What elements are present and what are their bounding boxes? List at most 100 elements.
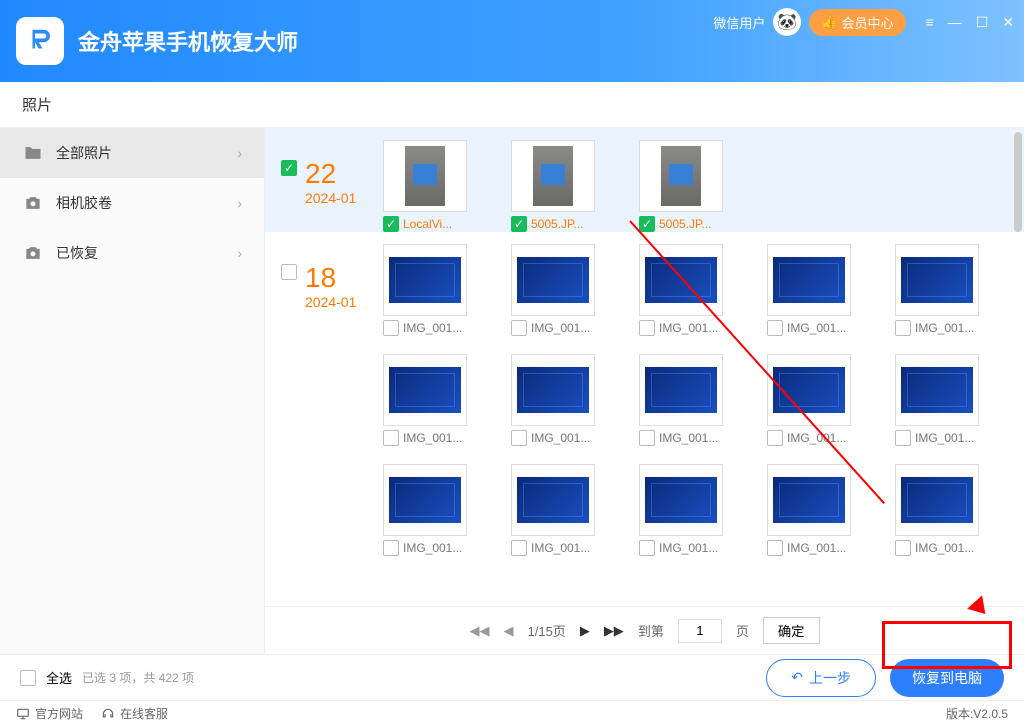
thumbnail-checkbox[interactable] (767, 320, 783, 336)
undo-icon: ↶ (791, 669, 803, 686)
thumbnail-filename: IMG_001... (531, 431, 590, 445)
thumbnail-filename: IMG_001... (531, 541, 590, 555)
customer-service-link[interactable]: 在线客服 (101, 705, 168, 722)
page-indicator: 1/15页 (528, 621, 566, 640)
menu-button[interactable]: ≡ (926, 14, 934, 31)
prev-page-button[interactable]: ◀ (504, 623, 514, 639)
group-month: 2024-01 (305, 190, 356, 206)
official-site-link[interactable]: 官方网站 (16, 705, 83, 722)
status-bar: 官方网站 在线客服 版本:V2.0.5 (0, 700, 1024, 726)
photo-thumbnail[interactable]: IMG_001... (639, 464, 723, 556)
photo-thumbnail[interactable]: ✓5005.JP... (511, 140, 595, 232)
user-label: 微信用户 (713, 13, 765, 32)
folder-icon (22, 143, 44, 163)
thumbnail-checkbox[interactable] (895, 430, 911, 446)
next-page-button[interactable]: ▶ (580, 623, 590, 639)
app-header: 金舟苹果手机恢复大师 微信用户 🐼 👍 会员中心 ≡ — ☐ ✕ (0, 0, 1024, 82)
photo-thumbnail[interactable]: IMG_001... (895, 354, 979, 446)
sidebar-item-all-photos[interactable]: 全部照片 › (0, 128, 264, 178)
photo-thumbnail[interactable]: IMG_001... (383, 354, 467, 446)
photo-thumbnail[interactable]: IMG_001... (895, 464, 979, 556)
photo-thumbnail[interactable]: IMG_001... (383, 244, 467, 336)
camera-icon (22, 243, 44, 263)
sidebar-item-camera-roll[interactable]: 相机胶卷 › (0, 178, 264, 228)
sidebar-item-label: 已恢复 (56, 243, 98, 263)
page-input[interactable] (678, 619, 722, 643)
thumbnail-checkbox[interactable] (383, 540, 399, 556)
photo-grid: ✓222024-01✓LocalVi...✓5005.JP...✓5005.JP… (265, 128, 1024, 606)
thumbnail-filename: IMG_001... (659, 541, 718, 555)
back-button[interactable]: ↶ 上一步 (766, 659, 876, 697)
sidebar: 全部照片 › 相机胶卷 › 已恢复 › (0, 128, 264, 654)
photo-thumbnail[interactable]: IMG_001... (511, 244, 595, 336)
thumbnail-checkbox[interactable] (511, 430, 527, 446)
photo-thumbnail[interactable]: IMG_001... (767, 464, 851, 556)
photo-thumbnail[interactable]: IMG_001... (639, 244, 723, 336)
breadcrumb: 照片 (0, 82, 1024, 128)
photo-thumbnail[interactable]: IMG_001... (639, 354, 723, 446)
thumbnail-checkbox[interactable] (767, 540, 783, 556)
close-button[interactable]: ✕ (1002, 14, 1014, 31)
photo-thumbnail[interactable]: IMG_001... (767, 244, 851, 336)
app-title: 金舟苹果手机恢复大师 (78, 25, 298, 57)
thumbnail-checkbox[interactable]: ✓ (639, 216, 655, 232)
scrollbar[interactable] (1014, 132, 1022, 232)
thumbnail-checkbox[interactable] (511, 540, 527, 556)
first-page-button[interactable]: ◀◀ (470, 623, 490, 639)
thumbnail-filename: IMG_001... (787, 321, 846, 335)
thumbnail-filename: 5005.JP... (659, 217, 712, 231)
thumbnail-checkbox[interactable]: ✓ (383, 216, 399, 232)
photo-thumbnail[interactable]: IMG_001... (511, 464, 595, 556)
thumbnail-checkbox[interactable] (511, 320, 527, 336)
photo-thumbnail[interactable]: ✓ 5005.JP... (639, 140, 723, 232)
vip-button[interactable]: 👍 会员中心 (809, 9, 905, 36)
select-all-label: 全选 (46, 668, 72, 687)
thumbnail-filename: IMG_001... (915, 431, 974, 445)
chevron-right-icon: › (237, 245, 242, 261)
sidebar-item-recovered[interactable]: 已恢复 › (0, 228, 264, 278)
thumbnail-checkbox[interactable] (767, 430, 783, 446)
version-label: 版本:V2.0.5 (946, 705, 1008, 722)
thumbnail-checkbox[interactable] (639, 320, 655, 336)
thumbnail-checkbox[interactable] (639, 540, 655, 556)
thumbnail-checkbox[interactable] (895, 320, 911, 336)
chevron-right-icon: › (237, 195, 242, 211)
thumbnail-filename: IMG_001... (403, 431, 462, 445)
thumbnail-filename: IMG_001... (787, 541, 846, 555)
photo-thumbnail[interactable]: IMG_001... (383, 464, 467, 556)
headset-icon (101, 707, 115, 721)
thumbnail-filename: IMG_001... (403, 321, 462, 335)
thumbnail-checkbox[interactable] (895, 540, 911, 556)
camera-icon (22, 193, 44, 213)
thumbnail-checkbox[interactable] (383, 320, 399, 336)
last-page-button[interactable]: ▶▶ (604, 623, 624, 639)
recover-button[interactable]: 恢复到电脑 (890, 659, 1004, 697)
group-checkbox[interactable]: ✓ (281, 160, 297, 176)
group-checkbox[interactable] (281, 264, 297, 280)
thumbnail-checkbox[interactable] (383, 430, 399, 446)
photo-thumbnail[interactable]: IMG_001... (511, 354, 595, 446)
avatar[interactable]: 🐼 (773, 8, 801, 36)
thumbnail-filename: IMG_001... (531, 321, 590, 335)
content-area: ✓222024-01✓LocalVi...✓5005.JP...✓5005.JP… (264, 128, 1024, 654)
group-day: 22 (305, 160, 356, 188)
sidebar-item-label: 相机胶卷 (56, 193, 112, 213)
chevron-right-icon: › (237, 145, 242, 161)
sidebar-item-label: 全部照片 (56, 143, 112, 163)
photo-group: 182024-01IMG_001...IMG_001...IMG_001...I… (265, 232, 1024, 556)
group-day: 18 (305, 264, 356, 292)
app-logo (16, 17, 64, 65)
thumbnail-checkbox[interactable]: ✓ (511, 216, 527, 232)
thumbnail-checkbox[interactable] (639, 430, 655, 446)
photo-thumbnail[interactable]: IMG_001... (895, 244, 979, 336)
pagination: ◀◀ ◀ 1/15页 ▶ ▶▶ 到第 页 确定 (265, 606, 1024, 654)
minimize-button[interactable]: — (948, 14, 962, 31)
selection-info: 已选 3 项，共 422 项 (82, 669, 194, 686)
photo-thumbnail[interactable]: ✓LocalVi... (383, 140, 467, 232)
thumbnail-filename: IMG_001... (915, 541, 974, 555)
select-all-checkbox[interactable] (20, 670, 36, 686)
goto-page-button[interactable]: 确定 (763, 617, 820, 644)
photo-thumbnail[interactable]: IMG_001... (767, 354, 851, 446)
maximize-button[interactable]: ☐ (976, 14, 989, 31)
thumbs-up-icon: 👍 (821, 14, 837, 30)
